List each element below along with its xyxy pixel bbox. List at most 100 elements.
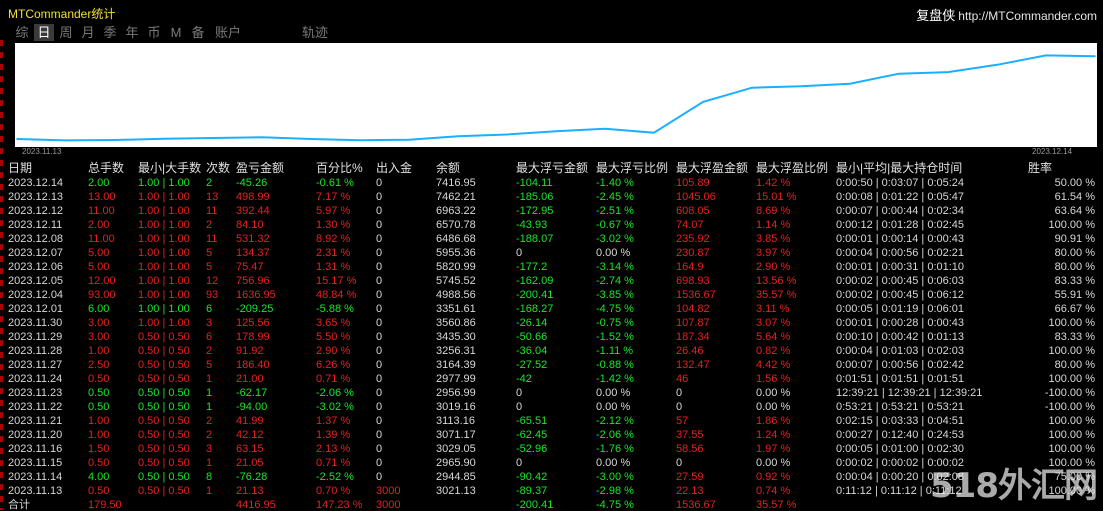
cell-7: 3351.61 [436, 303, 476, 315]
tab-9[interactable]: 账户 [210, 24, 246, 41]
cell-7: 3113.16 [436, 415, 475, 427]
col-header-9[interactable]: 最大浮亏比例 [596, 160, 676, 176]
tab-3[interactable]: 月 [78, 24, 98, 41]
cell-3: 5 [206, 359, 213, 371]
cell-9: 0.00 % [596, 457, 631, 469]
cell-6: 0 [376, 401, 383, 413]
cell-10: 105.89 [676, 177, 710, 189]
balance-point-2 [114, 139, 116, 141]
table-row[interactable]: 2023.11.30 3.00 1.00 | 1.00 3 125.56 3.65 % 0 3… [0, 316, 1103, 330]
table-row[interactable]: 2023.12.04 93.00 1.00 | 1.00 93 1636.95 48.84… [0, 288, 1103, 302]
cell-1: 1.00 [88, 415, 110, 427]
cell-11: 1.42 % [756, 177, 791, 189]
table-row[interactable]: 2023.12.01 6.00 1.00 | 1.00 6 -209.25 -5.88 %… [0, 302, 1103, 316]
cell-13: 100.00 % [1048, 345, 1095, 357]
cell-9: -2.06 % [596, 429, 634, 441]
col-header-5[interactable]: 百分比% [316, 160, 376, 176]
cell-11: 3.11 % [756, 303, 790, 315]
balance-point-19 [947, 71, 949, 73]
cell-7: 6963.22 [436, 205, 476, 217]
cell-10: 698.93 [676, 275, 710, 287]
tab-4[interactable]: 季 [100, 24, 120, 41]
col-header-1[interactable]: 总手数 [88, 160, 138, 176]
table-row[interactable]: 2023.11.29 3.00 0.50 | 0.50 6 178.99 5.50 % 0 3… [0, 330, 1103, 344]
cell-5: -5.88 % [316, 303, 354, 315]
tab-5[interactable]: 年 [122, 24, 142, 41]
col-header-6[interactable]: 出入金 [376, 160, 436, 176]
cell-11: 3.97 % [756, 247, 791, 259]
tab-8[interactable]: 备 [188, 24, 208, 41]
balance-point-20 [996, 63, 998, 66]
table-row[interactable]: 2023.11.22 0.50 0.50 | 0.50 1 -94.00 -3.02 % 0… [0, 400, 1103, 414]
cell-7: 7416.95 [436, 177, 476, 189]
cell-11: 0.92 % [756, 471, 791, 483]
col-header-12[interactable]: 最小|平均|最大持仓时间 [836, 160, 1028, 176]
tab-7[interactable]: M [166, 24, 186, 41]
cell-4: 186.40 [236, 359, 270, 371]
table-row[interactable]: 2023.12.06 5.00 1.00 | 1.00 5 75.47 1.31 % 0 58… [0, 260, 1103, 274]
table-row[interactable]: 2023.12.11 2.00 1.00 | 1.00 2 84.10 1.30 % 0 65… [0, 218, 1103, 232]
table-row[interactable]: 2023.12.14 2.00 1.00 | 1.00 2 -45.26 -0.61 % 0… [0, 176, 1103, 190]
table-row[interactable]: 2023.12.05 12.00 1.00 | 1.00 12 756.96 15.17 … [0, 274, 1103, 288]
cell-6: 0 [376, 429, 383, 441]
col-header-10[interactable]: 最大浮盈金额 [676, 160, 756, 176]
cell-10: 0 [676, 401, 683, 413]
cell-9: -3.85 % [596, 289, 634, 301]
col-header-8[interactable]: 最大浮亏金额 [516, 160, 596, 176]
table-row[interactable]: 2023.11.24 0.50 0.50 | 0.50 1 21.00 0.71 % 0 29… [0, 372, 1103, 386]
cell-12: 0:02:15 | 0:03:33 | 0:04:51 [836, 415, 965, 427]
col-header-3[interactable]: 次数 [206, 160, 236, 176]
cell-1: 0.50 [88, 457, 110, 469]
tab-10[interactable]: 轨迹 [297, 24, 333, 41]
cell-3 [206, 498, 236, 511]
cell-5: 48.84 % [316, 289, 357, 301]
cell-6: 0 [376, 303, 383, 315]
table-row[interactable]: 2023.11.28 1.00 0.50 | 0.50 2 91.92 2.90 % 0 32… [0, 344, 1103, 358]
table-row[interactable]: 2023.11.23 0.50 0.50 | 0.50 1 -62.17 -2.06 % 0… [0, 386, 1103, 400]
col-header-4[interactable]: 盈亏金额 [236, 160, 316, 176]
col-header-2[interactable]: 最小|大手数 [138, 160, 206, 176]
cell-12: 0:53:21 | 0:53:21 | 0:53:21 [836, 401, 965, 413]
cell-9: -0.75 % [596, 317, 634, 329]
cell-2: 0.50 | 0.50 [138, 331, 190, 343]
cell-8: -36.04 [516, 345, 548, 357]
col-header-0[interactable]: 日期 [0, 160, 88, 176]
cell-1: 3.00 [88, 317, 110, 329]
table-row[interactable]: 2023.12.07 5.00 1.00 | 1.00 5 134.37 2.31 % 0 5… [0, 246, 1103, 260]
cell-5: -3.02 % [316, 401, 354, 413]
cell-4: 84.10 [236, 219, 264, 231]
cell-11: 0.00 % [756, 387, 791, 399]
cell-10: 1045.06 [676, 191, 716, 203]
table-row[interactable]: 2023.12.13 13.00 1.00 | 1.00 13 498.99 7.17 %… [0, 190, 1103, 204]
cell-13: 80.00 % [1054, 359, 1095, 371]
col-header-13[interactable]: 胜率 [1028, 160, 1103, 176]
cell-7: 3021.13 [436, 485, 476, 497]
site-url[interactable]: http://MTCommander.com [958, 9, 1097, 23]
col-header-7[interactable]: 余额 [436, 160, 516, 176]
cell-5: 3.65 % [316, 317, 351, 329]
tab-2[interactable]: 周 [56, 24, 76, 41]
cell-0: 2023.12.04 [8, 289, 64, 301]
table-row[interactable]: 2023.11.27 2.50 0.50 | 0.50 5 186.40 6.26 % 0 3… [0, 358, 1103, 372]
site-link[interactable]: 复盘侠 http://MTCommander.com [916, 5, 1097, 24]
table-row[interactable]: 2023.11.21 1.00 0.50 | 0.50 2 41.99 1.37 % 0 31… [0, 414, 1103, 428]
table-row[interactable]: 2023.11.16 1.50 0.50 | 0.50 3 63.15 2.13 % 0 30… [0, 442, 1103, 456]
cell-1: 3.00 [88, 331, 110, 343]
cell-1: 11.00 [88, 233, 115, 245]
tab-1[interactable]: 日 [34, 24, 54, 41]
cell-7: 6486.68 [436, 233, 476, 245]
cell-6: 0 [376, 191, 383, 203]
cell-11: 5.64 % [756, 331, 791, 343]
tab-6[interactable]: 币 [144, 24, 164, 41]
cell-13: 83.33 % [1054, 275, 1095, 287]
table-row[interactable]: 2023.11.20 1.00 0.50 | 0.50 2 42.12 1.39 % 0 30… [0, 428, 1103, 442]
cell-13: -100.00 % [1044, 401, 1095, 413]
table-row[interactable]: 2023.12.08 11.00 1.00 | 1.00 11 531.32 8.92 %… [0, 232, 1103, 246]
cell-2: 0.50 | 0.50 [138, 471, 190, 483]
cell-0: 2023.11.28 [8, 345, 63, 357]
cell-13: 50.00 % [1054, 177, 1095, 189]
col-header-11[interactable]: 最大浮盈比例 [756, 160, 836, 176]
table-row[interactable]: 2023.12.12 11.00 1.00 | 1.00 11 392.44 5.97 %… [0, 204, 1103, 218]
tab-0[interactable]: 综 [12, 24, 32, 41]
cell-13: 66.67 % [1054, 303, 1095, 315]
